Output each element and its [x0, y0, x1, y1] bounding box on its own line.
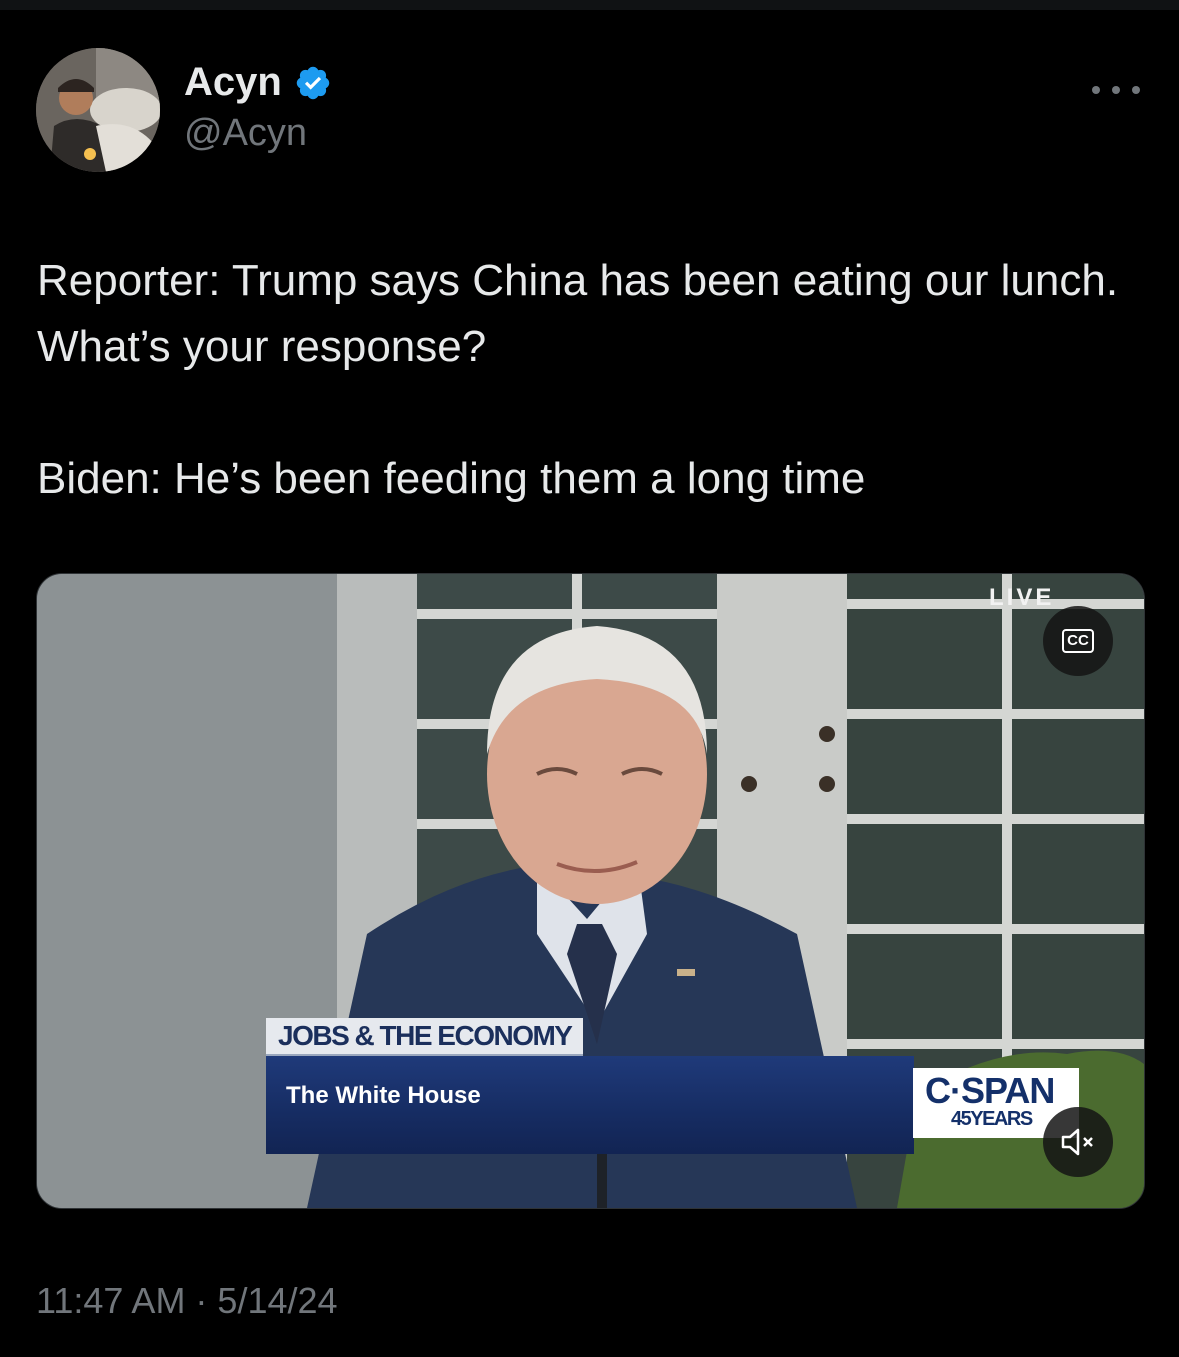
speaker-muted-icon: [1061, 1128, 1093, 1156]
tweet-timestamp[interactable]: 11:47 AM · 5/14/24: [36, 1280, 338, 1322]
top-divider: [0, 0, 1179, 10]
handle[interactable]: @Acyn: [184, 112, 307, 155]
more-options-button[interactable]: [1092, 80, 1140, 100]
dot-icon: [1112, 86, 1120, 94]
dot-icon: [1132, 86, 1140, 94]
display-name[interactable]: Acyn: [184, 60, 332, 105]
chyron-topic: JOBS & THE ECONOMY: [266, 1018, 584, 1057]
verified-badge-icon: [296, 66, 330, 99]
chyron-bar: The White House: [266, 1056, 914, 1154]
cc-icon: CC: [1062, 629, 1094, 653]
video-player[interactable]: LIVE CC JOBS & THE ECONOMY The White Hou…: [36, 573, 1145, 1209]
live-indicator: LIVE: [989, 584, 1055, 611]
network-logo-text: C·SPAN: [925, 1070, 1055, 1111]
closed-captions-button[interactable]: CC: [1043, 606, 1113, 676]
avatar[interactable]: [36, 48, 160, 172]
chyron-title: The White House: [286, 1082, 481, 1109]
display-name-text[interactable]: Acyn: [184, 60, 282, 105]
tweet-text: Reporter: Trump says China has been eati…: [37, 256, 1119, 503]
mute-toggle-button[interactable]: [1043, 1107, 1113, 1177]
avatar-image: [36, 48, 160, 172]
network-logo-subtext: 45YEARS: [951, 1108, 1033, 1130]
dot-icon: [1092, 86, 1100, 94]
